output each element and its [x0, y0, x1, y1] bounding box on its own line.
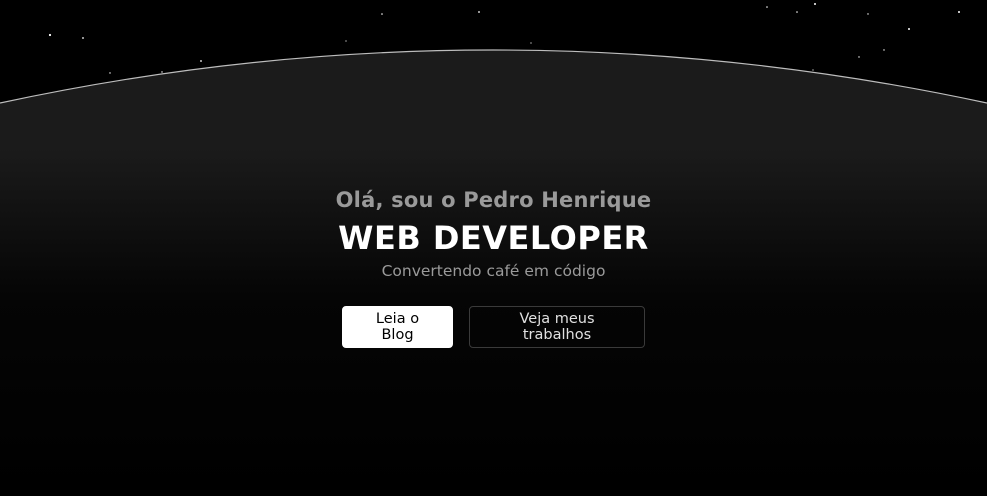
star — [161, 71, 163, 73]
star — [48, 33, 52, 37]
star — [883, 49, 885, 51]
hero-tagline: Convertendo café em código — [381, 262, 606, 280]
star — [958, 11, 960, 13]
star — [766, 6, 768, 8]
star — [381, 13, 383, 15]
hero-page: Olá, sou o Pedro Henrique WEB DEVELOPER … — [0, 0, 987, 496]
read-blog-button[interactable]: Leia o Blog — [342, 306, 453, 348]
star — [109, 72, 111, 74]
hero-actions: Leia o Blog Veja meus trabalhos — [0, 306, 987, 348]
star — [812, 69, 814, 71]
star — [858, 56, 860, 58]
view-work-button[interactable]: Veja meus trabalhos — [469, 306, 645, 348]
star — [478, 11, 480, 13]
hero-greeting: Olá, sou o Pedro Henrique — [335, 188, 652, 212]
star — [814, 3, 816, 5]
star — [200, 60, 202, 62]
star — [530, 42, 532, 44]
star — [796, 11, 798, 13]
hero-headline: WEB DEVELOPER — [338, 219, 649, 257]
star — [908, 28, 910, 30]
star — [867, 13, 869, 15]
hero-content: Olá, sou o Pedro Henrique WEB DEVELOPER … — [0, 186, 987, 282]
star — [82, 37, 84, 39]
star — [345, 40, 347, 42]
